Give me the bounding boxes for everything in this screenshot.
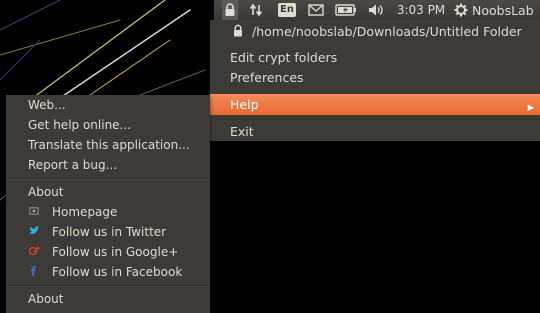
network-indicator[interactable] — [248, 0, 264, 20]
web-item[interactable]: Web... — [6, 95, 210, 114]
menu-item-label: Follow us in Twitter — [52, 224, 167, 239]
exit-item[interactable]: Exit — [210, 121, 540, 141]
about-item[interactable]: About — [6, 289, 210, 308]
help-submenu: Web... Get help online... Translate this… — [6, 95, 210, 313]
menu-item-label: Follow us in Facebook — [52, 264, 183, 279]
speaker-icon — [369, 4, 383, 16]
menu-item-label: Web... — [28, 97, 66, 112]
separator — [6, 285, 210, 287]
menu-item-label: Get help online... — [28, 117, 132, 132]
menu-item-label: Help — [230, 97, 259, 112]
clock-label: 3:03 PM — [396, 3, 446, 17]
crypt-indicator-menu: /home/noobslab/Downloads/Untitled Folder… — [210, 20, 540, 141]
username-label: NoobsLab — [472, 2, 534, 18]
top-panel: En 3:03 PM NoobsLab — [214, 0, 540, 20]
google-plus-icon — [28, 246, 40, 256]
network-arrows-icon — [249, 3, 263, 17]
menu-item-label: Exit — [230, 123, 254, 139]
report-bug-item[interactable]: Report a bug... — [6, 155, 210, 174]
folder-path-item[interactable]: /home/noobslab/Downloads/Untitled Folder — [210, 21, 540, 41]
edit-crypt-folders-item[interactable]: Edit crypt folders — [210, 47, 540, 67]
battery-charging-icon — [335, 4, 356, 16]
about-item[interactable]: About — [6, 182, 210, 201]
sound-indicator[interactable] — [366, 0, 386, 20]
separator — [6, 178, 210, 180]
get-help-online-item[interactable]: Get help online... — [6, 115, 210, 134]
twitter-item[interactable]: Follow us in Twitter — [6, 222, 210, 241]
folder-path-label: /home/noobslab/Downloads/Untitled Folder — [252, 23, 522, 39]
translate-item[interactable]: Translate this application... — [6, 135, 210, 154]
twitter-icon — [29, 226, 40, 234]
envelope-icon — [308, 4, 324, 16]
homepage-icon — [29, 207, 39, 215]
padlock-icon — [225, 3, 235, 16]
padlock-icon — [234, 24, 242, 37]
menu-item-label: Translate this application... — [28, 137, 190, 152]
menu-item-label: Report a bug... — [28, 157, 118, 172]
battery-indicator[interactable] — [334, 0, 358, 20]
preferences-item[interactable]: Preferences — [210, 67, 540, 87]
facebook-icon — [31, 266, 36, 276]
clock-indicator[interactable]: 3:03 PM — [396, 0, 446, 20]
keyboard-language-indicator[interactable]: En — [277, 0, 297, 20]
homepage-item[interactable]: Homepage — [6, 202, 210, 221]
crypt-lock-indicator[interactable] — [222, 0, 238, 20]
menu-item-label: Edit crypt folders — [230, 49, 338, 65]
help-item[interactable]: Help ▸ — [210, 94, 540, 115]
google-plus-item[interactable]: Follow us in Google+ — [6, 242, 210, 261]
session-indicator[interactable]: NoobsLab — [454, 0, 540, 20]
submenu-arrow-icon: ▸ — [527, 99, 534, 114]
menu-item-label: About — [28, 184, 64, 199]
menu-item-label: About — [28, 291, 64, 306]
menu-item-label: Follow us in Google+ — [52, 244, 179, 259]
messaging-indicator[interactable] — [307, 0, 325, 20]
menu-item-label: Preferences — [230, 69, 304, 85]
gear-icon — [454, 3, 468, 17]
facebook-item[interactable]: Follow us in Facebook — [6, 262, 210, 281]
language-label: En — [278, 3, 296, 17]
menu-item-label: Homepage — [52, 204, 118, 219]
